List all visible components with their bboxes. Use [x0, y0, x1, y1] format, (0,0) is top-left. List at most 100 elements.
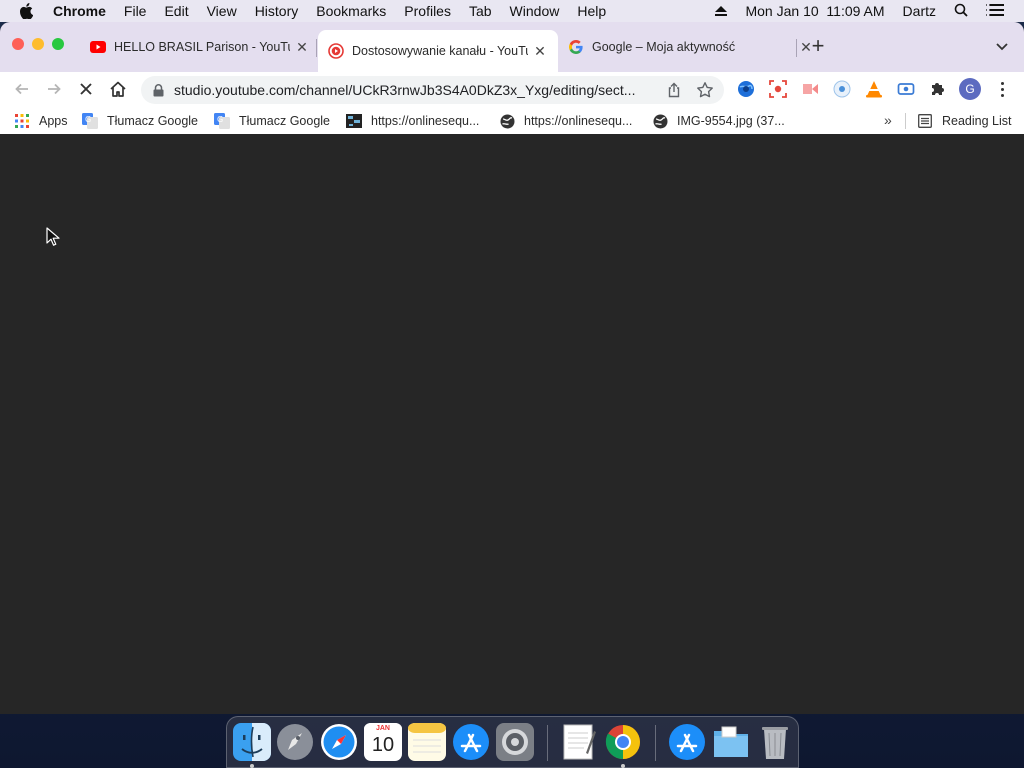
- youtube-studio-icon: [328, 43, 344, 59]
- calendar-day: 10: [371, 734, 395, 756]
- macos-menu-bar: Chrome File Edit View History Bookmarks …: [0, 0, 1024, 22]
- google-translate-icon: G: [214, 113, 230, 129]
- extension-record-icon[interactable]: [833, 80, 851, 98]
- back-arrow-icon[interactable]: [12, 79, 32, 99]
- bookmark-label: https://onlinesequ...: [524, 114, 633, 128]
- menu-window[interactable]: Window: [510, 3, 560, 19]
- bookmark-onlinesequencer-1[interactable]: https://onlinesequ...: [346, 113, 479, 129]
- menu-file[interactable]: File: [124, 3, 147, 19]
- extension-globe-icon[interactable]: [737, 80, 755, 98]
- bookmarks-bar: Apps G Tłumacz Google G Tłumacz Google h…: [0, 106, 1024, 136]
- control-center-icon[interactable]: [986, 3, 1004, 20]
- textedit-icon[interactable]: [560, 723, 598, 761]
- bookmarks-divider: [905, 113, 906, 129]
- bookmark-label: Tłumacz Google: [239, 114, 331, 128]
- bookmark-star-icon[interactable]: [696, 81, 714, 99]
- svg-text:G: G: [217, 115, 223, 124]
- more-bookmarks-chevron-icon[interactable]: »: [884, 112, 892, 128]
- page-content-loading: [0, 134, 1024, 714]
- extension-screenshot-icon[interactable]: [769, 80, 787, 98]
- new-tab-button[interactable]: +: [808, 35, 828, 57]
- app-store-folder-icon[interactable]: [668, 723, 706, 761]
- youtube-icon: [90, 39, 106, 55]
- tab-divider: [796, 39, 797, 57]
- forward-arrow-icon[interactable]: [44, 79, 64, 99]
- stop-loading-icon[interactable]: [76, 79, 96, 99]
- apple-logo-icon[interactable]: [19, 3, 37, 19]
- reading-list-button[interactable]: Reading List: [917, 113, 1012, 129]
- menu-help[interactable]: Help: [577, 3, 606, 19]
- bookmark-label: IMG-9554.jpg (37...: [677, 114, 785, 128]
- menu-view[interactable]: View: [207, 3, 237, 19]
- calendar-icon[interactable]: JAN 10: [364, 723, 402, 761]
- downloads-folder-icon[interactable]: [712, 723, 750, 761]
- close-tab-icon[interactable]: ✕: [532, 43, 548, 60]
- tab-divider: [316, 39, 317, 57]
- bookmark-tlumacz-google-1[interactable]: G Tłumacz Google: [82, 113, 198, 129]
- address-bar[interactable]: studio.youtube.com/channel/UCkR3rnwJb3S4…: [141, 76, 724, 104]
- finder-icon[interactable]: [233, 723, 271, 761]
- menu-tab[interactable]: Tab: [469, 3, 492, 19]
- system-preferences-icon[interactable]: [496, 723, 534, 761]
- globe-icon: [499, 113, 515, 129]
- mouse-pointer-icon: [46, 227, 60, 247]
- svg-text:G: G: [85, 115, 91, 124]
- tab-title: Dostosowywanie kanału - YouTube: [352, 44, 528, 58]
- menu-history[interactable]: History: [255, 3, 299, 19]
- bookmark-label: Apps: [39, 114, 68, 128]
- profile-avatar[interactable]: G: [959, 78, 981, 100]
- bookmark-tlumacz-google-2[interactable]: G Tłumacz Google: [214, 113, 330, 129]
- bookmark-img-9554[interactable]: IMG-9554.jpg (37...: [652, 113, 785, 129]
- macos-dock: JAN 10: [226, 716, 799, 768]
- lock-icon[interactable]: [153, 83, 165, 97]
- dock-divider: [547, 725, 548, 761]
- tab-search-chevron-icon[interactable]: [992, 36, 1012, 56]
- close-tab-icon[interactable]: ✕: [294, 39, 310, 56]
- menubar-user[interactable]: Dartz: [903, 3, 936, 19]
- bookmark-onlinesequencer-2[interactable]: https://onlinesequ...: [499, 113, 632, 129]
- menubar-datetime[interactable]: Mon Jan 10 11:09 AM: [745, 3, 884, 19]
- apps-grid-icon: [14, 113, 30, 129]
- launchpad-icon[interactable]: [276, 723, 314, 761]
- globe-icon: [652, 113, 668, 129]
- extension-video-icon[interactable]: [801, 80, 819, 98]
- menu-profiles[interactable]: Profiles: [404, 3, 451, 19]
- tab-dostosowywanie-kanalu[interactable]: Dostosowywanie kanału - YouTube ✕: [318, 30, 558, 72]
- tab-title: Google – Moja aktywność: [592, 40, 736, 54]
- chrome-window: HELLO BRASIL Parison - YouTube ✕ Dostoso…: [0, 22, 1024, 714]
- dock-divider: [655, 725, 656, 761]
- notes-icon[interactable]: [408, 723, 446, 761]
- tab-title: HELLO BRASIL Parison - YouTube: [114, 40, 290, 54]
- browser-toolbar: studio.youtube.com/channel/UCkR3rnwJb3S4…: [0, 72, 1024, 106]
- reading-list-label: Reading List: [942, 114, 1012, 128]
- chrome-menu-icon[interactable]: [995, 80, 1009, 98]
- tab-google-moja-aktywnosc[interactable]: Google – Moja aktywność ✕: [558, 30, 814, 64]
- menu-edit[interactable]: Edit: [164, 3, 188, 19]
- bookmark-apps[interactable]: Apps: [14, 113, 68, 129]
- safari-icon[interactable]: [320, 723, 358, 761]
- google-icon: [568, 39, 584, 55]
- maximize-window-button[interactable]: [52, 38, 64, 50]
- close-window-button[interactable]: [12, 38, 24, 50]
- reading-list-icon: [917, 113, 933, 129]
- eject-icon[interactable]: [715, 3, 728, 19]
- tab-hello-brasil[interactable]: HELLO BRASIL Parison - YouTube ✕: [80, 30, 310, 64]
- bookmark-label: https://onlinesequ...: [371, 114, 480, 128]
- menu-app-name[interactable]: Chrome: [53, 3, 106, 19]
- menu-bookmarks[interactable]: Bookmarks: [316, 3, 386, 19]
- extension-tv-icon[interactable]: [897, 80, 915, 98]
- url-text[interactable]: studio.youtube.com/channel/UCkR3rnwJb3S4…: [174, 82, 656, 98]
- home-icon[interactable]: [108, 79, 128, 99]
- extensions-puzzle-icon[interactable]: [929, 80, 947, 98]
- chrome-icon[interactable]: [604, 723, 642, 761]
- extension-vlc-icon[interactable]: [865, 80, 883, 98]
- app-store-icon[interactable]: [452, 723, 490, 761]
- spotlight-search-icon[interactable]: [954, 3, 968, 20]
- trash-icon[interactable]: [756, 723, 794, 761]
- sequencer-icon: [346, 113, 362, 129]
- share-icon[interactable]: [666, 82, 682, 98]
- tab-strip: HELLO BRASIL Parison - YouTube ✕ Dostoso…: [0, 22, 1024, 72]
- bookmark-label: Tłumacz Google: [107, 114, 199, 128]
- minimize-window-button[interactable]: [32, 38, 44, 50]
- finder-running-indicator: [250, 764, 254, 768]
